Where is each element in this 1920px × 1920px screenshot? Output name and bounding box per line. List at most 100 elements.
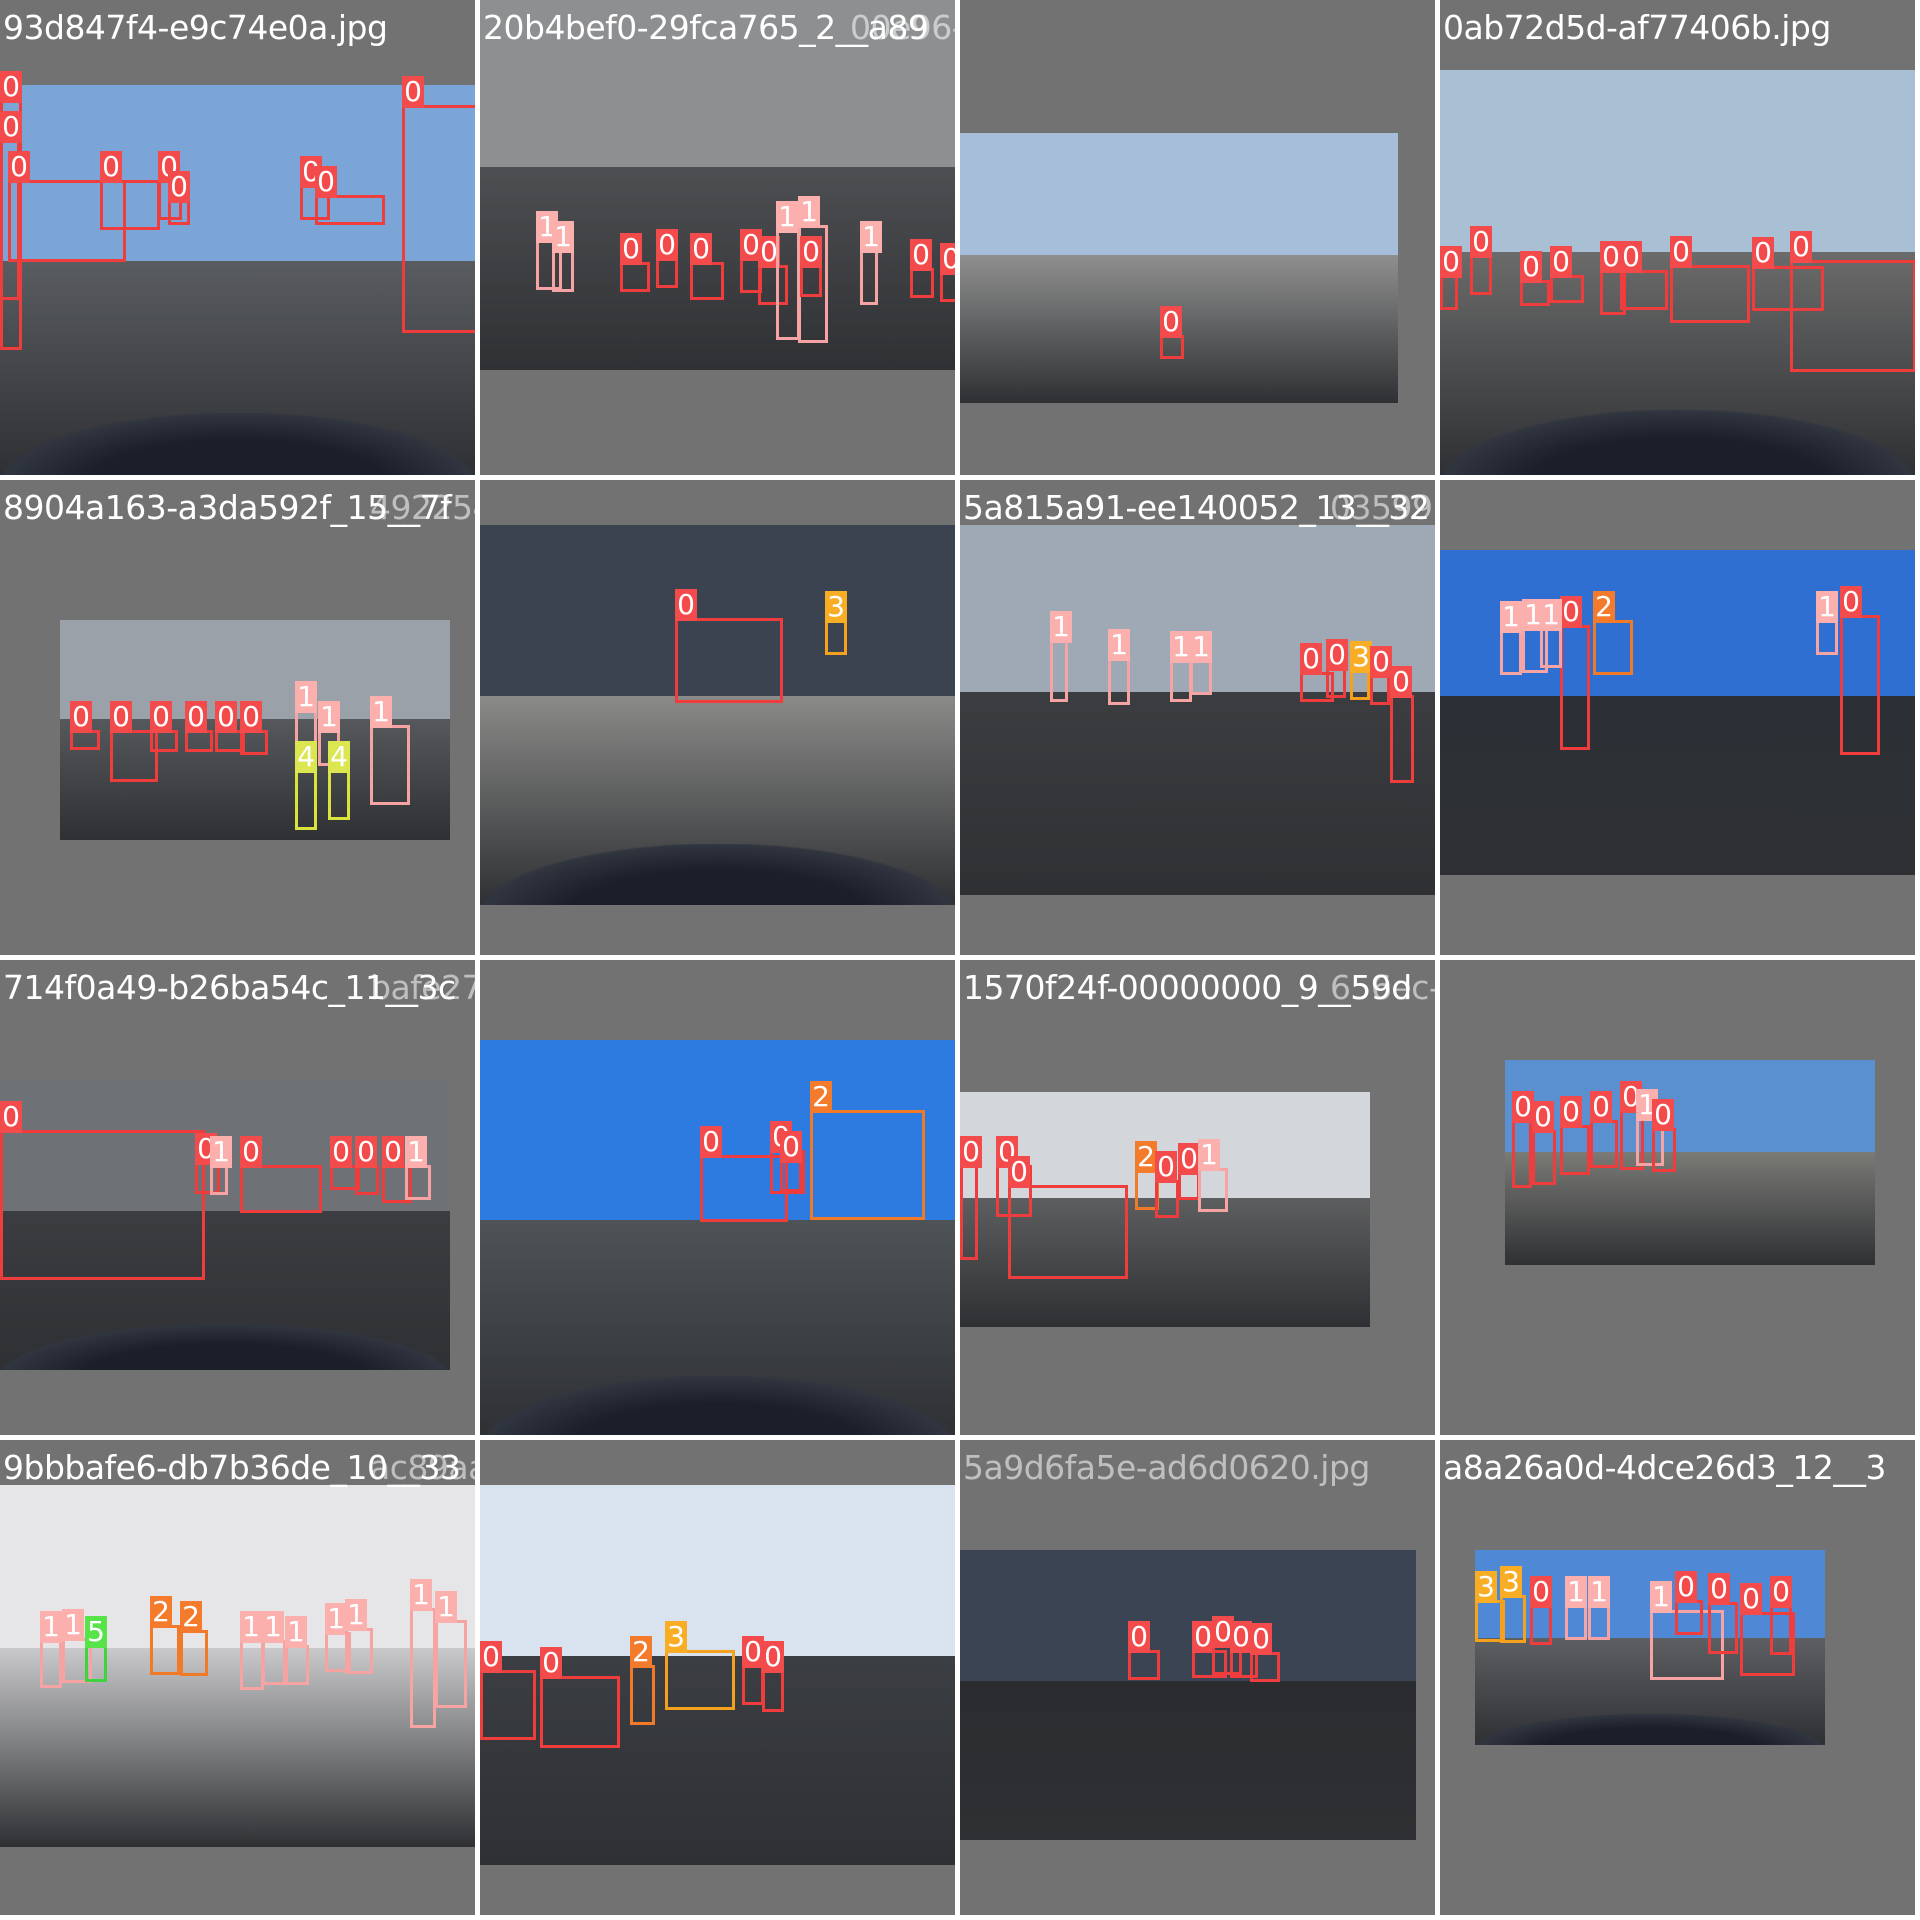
prediction-tile[interactable]: 1111003005a815a91-ee140052_13__320359973… <box>960 480 1436 956</box>
detection-box[interactable]: 1 <box>240 1611 264 1690</box>
detection-box[interactable]: 2 <box>630 1636 655 1725</box>
detection-box[interactable]: 1 <box>210 1136 232 1195</box>
detection-box[interactable]: 1 <box>1500 601 1522 675</box>
detection-box[interactable]: 0 <box>240 701 268 755</box>
detection-box[interactable]: 0 <box>1155 1151 1179 1218</box>
prediction-tile[interactable]: 0 <box>960 0 1436 476</box>
detection-box[interactable]: 0 <box>1560 1096 1590 1175</box>
prediction-tile[interactable]: 0 0 0 0 0 0 0 0 0 0ab72d5d-af77406b.jpg <box>1440 0 1916 476</box>
detection-box[interactable]: 0 <box>742 1636 764 1705</box>
detection-box[interactable]: 0 <box>1520 251 1550 306</box>
detection-box[interactable]: 0 <box>1530 1576 1552 1645</box>
detection-box[interactable]: 0 <box>1620 241 1668 310</box>
prediction-tile[interactable]: 03 <box>480 480 956 956</box>
detection-box[interactable]: 3 <box>665 1621 735 1710</box>
detection-box[interactable]: 0 <box>1326 639 1348 698</box>
detection-box[interactable]: 1 <box>1050 611 1072 702</box>
detection-box[interactable]: 0 <box>315 166 385 225</box>
detection-box[interactable]: 1 <box>1170 631 1192 702</box>
detection-box[interactable]: 0 <box>480 1641 536 1740</box>
detection-box[interactable]: 1 <box>370 696 410 805</box>
detection-box[interactable]: 0 <box>168 171 190 225</box>
detection-box[interactable]: 0 <box>0 1101 205 1280</box>
detection-box[interactable]: 0 <box>1178 1143 1200 1200</box>
detection-box[interactable]: 1 <box>1540 599 1562 668</box>
detection-box[interactable]: 1 <box>1198 1139 1228 1212</box>
prediction-tile[interactable]: 00100001714f0a49-b26ba54c_11__3cbafe27-a… <box>0 960 476 1436</box>
detection-box[interactable]: 2 <box>180 1601 208 1676</box>
detection-box[interactable]: 1 <box>262 1611 286 1685</box>
detection-box[interactable]: 2 <box>1593 591 1633 675</box>
prediction-tile[interactable]: 0 0 0 0 0 5a9d6fa5e-ad6d0620.jpg <box>960 1440 1436 1916</box>
detection-box[interactable]: 1 <box>285 1616 309 1685</box>
detection-box[interactable]: 2 <box>150 1596 180 1675</box>
detection-box[interactable]: 0 <box>100 151 160 230</box>
detection-box[interactable]: 0 <box>1440 246 1462 310</box>
detection-box[interactable]: 0 <box>780 1131 802 1192</box>
detection-box[interactable]: 1 <box>435 1591 467 1708</box>
detection-box[interactable]: 0 <box>1160 306 1184 359</box>
detection-box[interactable]: 0 <box>940 243 955 302</box>
detection-box[interactable]: 0 <box>70 701 100 750</box>
prediction-tile[interactable]: 0 0 0 0 0 0 0 0 0 93d847f4-e9c74e0a.jpg <box>0 0 476 476</box>
prediction-tile[interactable]: 3 3 0 1 1 1 0 0 0 0 a8a26a0d-4dce26d3_12__3 <box>1440 1440 1916 1916</box>
prediction-tile[interactable]: 002300 <box>480 1440 956 1916</box>
detection-box[interactable]: 0 <box>1675 1571 1703 1635</box>
detection-box[interactable]: 0 <box>150 701 178 752</box>
detection-box[interactable]: 0 <box>402 76 475 333</box>
detection-box[interactable]: 0 <box>1790 231 1915 372</box>
detection-box[interactable]: 0 <box>1770 1576 1792 1655</box>
detection-box[interactable]: 0 <box>1470 226 1492 295</box>
detection-box[interactable]: 0 <box>240 1136 322 1213</box>
prediction-tile[interactable]: 0002 <box>480 960 956 1436</box>
detection-box[interactable]: 0 <box>1008 1156 1128 1279</box>
detection-box[interactable]: 1 <box>405 1136 431 1200</box>
prediction-tile[interactable]: 110000011010020b4bef0-29fca765_2__a8900e… <box>480 0 956 476</box>
detection-box[interactable]: 1 <box>40 1611 62 1688</box>
detection-box[interactable]: 0 <box>1590 1091 1618 1168</box>
detection-box[interactable]: 0 <box>1128 1621 1160 1680</box>
detection-box[interactable]: 1 <box>860 221 882 305</box>
detection-box[interactable]: 1 <box>1190 631 1212 695</box>
detection-box[interactable]: 0 <box>656 229 678 288</box>
detection-box[interactable]: 2 <box>810 1081 925 1220</box>
detection-box[interactable]: 1 <box>1565 1576 1587 1640</box>
detection-box[interactable]: 0 <box>1370 646 1392 705</box>
detection-box[interactable]: 1 <box>410 1579 436 1728</box>
detection-box[interactable]: 0 <box>800 236 822 297</box>
prediction-tile[interactable]: 0 0 0 0 0 0 1 1 1 4 4 8904a163-a3da592f_15__7f 49225… <box>0 480 476 956</box>
detection-box[interactable]: 0 <box>762 1641 784 1712</box>
detection-box[interactable]: 1 <box>1108 629 1130 705</box>
detection-box[interactable]: 0 <box>910 239 934 298</box>
detection-box[interactable]: 4 <box>295 741 317 830</box>
prediction-tile[interactable]: 1 1 5 2 2 1 1 1 1 1 1 1 9bbbafe6-db7b36de_10__33 ac89… <box>0 1440 476 1916</box>
detection-box[interactable]: 3 <box>1500 1566 1526 1643</box>
detection-box[interactable]: 5 <box>85 1616 107 1682</box>
detection-box[interactable]: 0 <box>540 1647 620 1748</box>
detection-box[interactable]: 0 <box>1532 1101 1556 1185</box>
detection-box[interactable]: 0 <box>1250 1623 1280 1682</box>
detection-box[interactable]: 0 <box>1670 236 1750 323</box>
detection-box[interactable]: 1 <box>552 221 574 292</box>
prediction-tile[interactable]: 00020011570f24f-00000000_9__59d656ec-1ff… <box>960 960 1436 1436</box>
detection-box[interactable]: 0 <box>960 1136 982 1260</box>
detection-box[interactable]: 0 <box>1512 1091 1534 1188</box>
detection-box[interactable]: 0 <box>1652 1099 1676 1172</box>
detection-box[interactable]: 1 <box>1588 1576 1610 1640</box>
detection-box[interactable]: 0 <box>1840 586 1880 755</box>
prediction-tile[interactable]: 0211101 <box>1440 480 1916 956</box>
detection-box[interactable]: 0 <box>1708 1573 1738 1654</box>
detection-box[interactable]: 0 <box>675 589 783 703</box>
detection-box[interactable]: 3 <box>1350 641 1372 700</box>
detection-box[interactable]: 4 <box>328 741 350 820</box>
detection-box[interactable]: 1 <box>776 201 800 340</box>
detection-box[interactable]: 0 <box>620 233 650 292</box>
detection-box[interactable]: 0 <box>1560 596 1590 750</box>
detection-box[interactable]: 0 <box>185 701 213 752</box>
detection-box[interactable]: 0 <box>690 233 724 300</box>
detection-box[interactable]: 1 <box>1816 591 1838 655</box>
detection-box[interactable]: 1 <box>345 1599 373 1674</box>
detection-box[interactable]: 3 <box>825 591 847 655</box>
prediction-tile[interactable]: 0000010 <box>1440 960 1916 1436</box>
detection-box[interactable]: 0 <box>1390 666 1414 783</box>
